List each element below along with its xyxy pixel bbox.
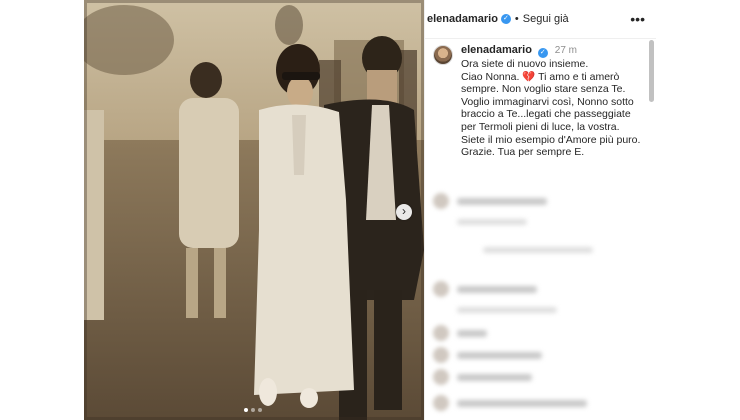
blurred-comment	[433, 369, 532, 385]
caption-line: Ora siete di nuovo insieme.	[461, 58, 589, 70]
verified-badge-icon: ✓	[537, 48, 548, 58]
carousel-dot	[258, 408, 262, 412]
caption-line: Grazie. Tua per sempre E.	[461, 146, 585, 159]
post-photo[interactable]: ›	[84, 0, 424, 420]
chevron-right-icon: ›	[402, 204, 406, 218]
blurred-comment	[433, 395, 587, 411]
caption-line: per Termoli pieni di luce, la vostra.	[461, 120, 620, 133]
caption-line: Siete il mio esempio d'Amore più puro.	[461, 133, 641, 146]
caption-line: sempre. Non voglio stare senza Te.	[461, 83, 626, 96]
blurred-comment	[433, 347, 542, 363]
next-photo-button[interactable]: ›	[396, 204, 412, 220]
carousel-dot-active	[244, 408, 248, 412]
blurred-comment	[433, 193, 547, 209]
vintage-photo	[84, 0, 424, 420]
blurred-comment	[433, 281, 537, 297]
post-sidebar: elenadamario ✓ • Segui già ••• elenadama…	[424, 0, 656, 420]
blurred-comments	[425, 185, 656, 420]
carousel-indicator	[244, 408, 262, 412]
caption-line: braccio a Te...legati che passeggiate	[461, 108, 631, 121]
comments-scrollbar[interactable]	[649, 40, 654, 102]
caption-username[interactable]: elenadamario	[461, 44, 532, 56]
caption: elenadamario ✓ 27 m Ora siete di nuovo i…	[433, 44, 645, 159]
more-options-icon[interactable]: •••	[630, 11, 645, 27]
avatar[interactable]	[433, 45, 453, 65]
header-separator: •	[514, 13, 519, 25]
post-time[interactable]: 27 m	[555, 45, 577, 56]
verified-badge-icon: ✓	[500, 14, 511, 24]
caption-line: Voglio immaginarvi così, Nonno sotto	[461, 95, 634, 108]
post-header: elenadamario ✓ • Segui già •••	[425, 0, 656, 39]
blurred-comment	[433, 325, 487, 341]
caption-body: elenadamario ✓ 27 m Ora siete di nuovo i…	[461, 44, 640, 159]
caption-line: Ciao Nonna. 💔 Ti amo e ti amerò	[461, 70, 620, 83]
following-button[interactable]: Segui già	[523, 13, 569, 25]
header-username[interactable]: elenadamario	[427, 13, 498, 25]
carousel-dot	[251, 408, 255, 412]
instagram-post: › elenadamario ✓ • Segui già ••• elenada…	[84, 0, 656, 420]
